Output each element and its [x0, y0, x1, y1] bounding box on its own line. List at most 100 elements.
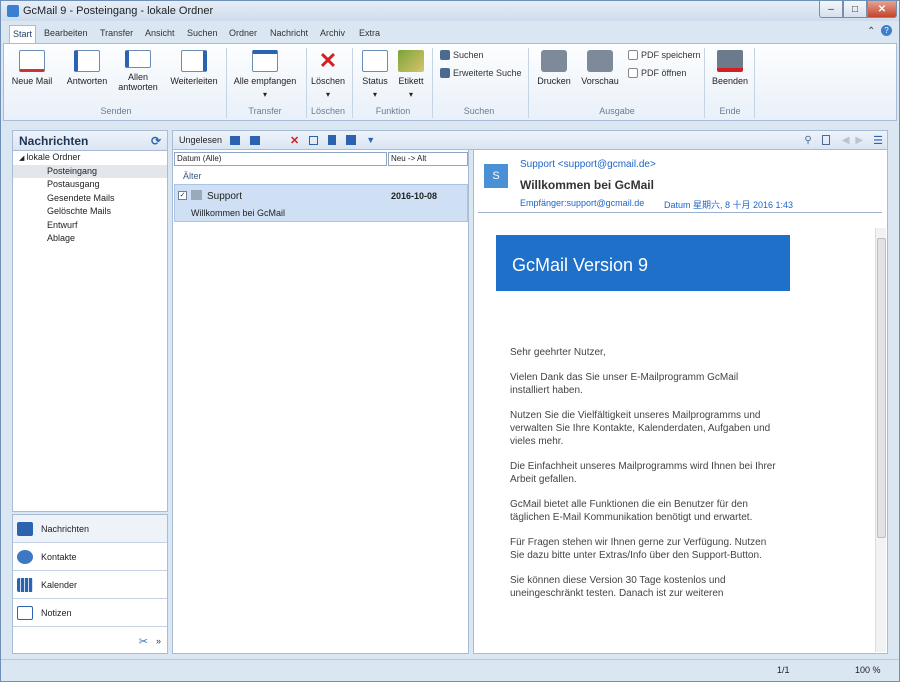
message-toolbar: Ungelesen ✕ ▼ ⚲ ◀ ▶ ☰ [172, 130, 888, 150]
chevron-down-icon[interactable]: ▾ [394, 90, 428, 99]
close-button[interactable]: ✕ [867, 1, 897, 18]
tab-transfer[interactable]: Transfer [97, 25, 136, 43]
tab-suchen[interactable]: Suchen [184, 25, 221, 43]
printer-icon [541, 50, 567, 72]
status-button[interactable]: Status ▾ [358, 48, 392, 99]
delete-button[interactable]: ✕ Löschen ▾ [308, 48, 348, 100]
window-title: GcMail 9 - Posteingang - lokale Ordner [23, 5, 214, 17]
delete-icon[interactable]: ✕ [290, 134, 299, 147]
body-paragraph: Nutzen Sie die Vielfältigkeit unseres Ma… [510, 410, 771, 447]
find-icon[interactable]: ⚲ [804, 135, 811, 146]
pdf-open-button[interactable]: PDF öffnen [628, 68, 686, 78]
reply-all-label: Allen antworten [118, 72, 158, 92]
exit-button[interactable]: Beenden [710, 48, 750, 86]
reading-scrollbar[interactable] [875, 228, 886, 652]
configure-nav-icon[interactable]: » [156, 636, 161, 646]
folder-inbox[interactable]: Posteingang [13, 164, 167, 178]
message-list: Datum (Alle) Neu -> Alt Älter ✓ Support … [172, 150, 469, 654]
tab-start[interactable]: Start [9, 25, 37, 43]
reply-all-button[interactable]: Allen antworten [116, 48, 160, 92]
folder-sent[interactable]: Gesendete Mails [13, 192, 167, 206]
tab-archiv[interactable]: Archiv [317, 25, 348, 43]
minimize-button[interactable]: – [819, 1, 843, 18]
chevron-down-icon[interactable]: ▾ [358, 90, 392, 99]
advanced-search-button[interactable]: Erweiterte Suche [440, 68, 522, 78]
new-mail-button[interactable]: Neue Mail [10, 48, 54, 86]
tab-extra[interactable]: Extra [356, 25, 383, 43]
columns-icon[interactable] [309, 135, 319, 145]
receive-all-button[interactable]: Alle empfangen ▾ [230, 48, 300, 99]
maximize-button[interactable]: □ [843, 1, 867, 18]
refresh-icon[interactable]: ⟳ [151, 134, 161, 148]
forward-label: Weiterleiten [170, 76, 218, 86]
next-icon[interactable]: ▶ [855, 135, 863, 146]
folder-archive[interactable]: Ablage [13, 232, 167, 246]
reply-label: Antworten [66, 76, 108, 86]
nav-calendar-label: Kalender [41, 579, 78, 590]
receive-all-label: Alle empfangen [233, 76, 297, 86]
unread-filter-button[interactable]: Ungelesen [179, 135, 222, 145]
mail-icon [17, 521, 33, 536]
scroll-thumb[interactable] [877, 238, 886, 538]
tools-icon[interactable]: ✂ [139, 635, 148, 648]
zoom-level[interactable]: 100 % [855, 665, 881, 675]
tab-nachricht[interactable]: Nachricht [267, 25, 311, 43]
print-button[interactable]: Drucken [534, 48, 574, 86]
previous-icon[interactable]: ◀ [842, 135, 850, 146]
body-paragraph: Für Fragen stehen wir Ihnen gerne zur Ve… [510, 537, 767, 561]
help-icon[interactable]: ? [881, 25, 892, 36]
mark-unread-icon[interactable] [250, 135, 261, 145]
page-icon[interactable] [821, 135, 830, 145]
row-checkbox[interactable]: ✓ [178, 191, 187, 200]
collapse-ribbon-icon[interactable]: ⌃ [867, 26, 875, 37]
tab-bearbeiten[interactable]: Bearbeiten [41, 25, 91, 43]
nav-contacts[interactable]: Kontakte [13, 543, 167, 571]
nav-messages-label: Nachrichten [41, 523, 90, 534]
tab-ansicht[interactable]: Ansicht [142, 25, 178, 43]
delete-label: Löschen [310, 76, 346, 86]
status-bar: 1/1 100 % [1, 659, 899, 681]
folder-tree: ◢ lokale Ordner Posteingang Postausgang … [13, 151, 167, 246]
body-paragraph: Die Einfachheit unseres Mailprogramms wi… [510, 461, 776, 485]
folder-drafts[interactable]: Entwurf [13, 219, 167, 233]
folder-deleted[interactable]: Gelöschte Mails [13, 205, 167, 219]
nav-calendar[interactable]: Kalender [13, 571, 167, 599]
filter-dropdown-icon[interactable]: ▼ [366, 135, 375, 145]
menu-icon[interactable]: ☰ [873, 134, 883, 147]
tag-label: Etikett [398, 76, 424, 86]
recipient-line[interactable]: Empfänger:support@gcmail.de [520, 198, 644, 208]
date-filter-select[interactable]: Datum (Alle) [174, 152, 387, 166]
app-window: GcMail 9 - Posteingang - lokale Ordner –… [0, 0, 900, 682]
chevron-down-icon[interactable]: ▾ [230, 90, 300, 99]
search-button[interactable]: Suchen [440, 50, 484, 60]
preview-button[interactable]: Vorschau [578, 48, 622, 86]
folder-outbox[interactable]: Postausgang [13, 178, 167, 192]
reply-button[interactable]: Antworten [62, 48, 112, 86]
tag-button[interactable]: Etikett ▾ [394, 48, 428, 99]
folder-pane-title: Nachrichten [19, 134, 89, 148]
pdf-save-button[interactable]: PDF speichern [628, 50, 701, 60]
tab-ordner[interactable]: Ordner [226, 25, 260, 43]
sender-address[interactable]: Support <support@gcmail.de> [520, 159, 656, 170]
save-icon[interactable] [346, 135, 357, 145]
tree-root[interactable]: ◢ lokale Ordner [13, 151, 167, 165]
sort-select[interactable]: Neu -> Alt [388, 152, 468, 166]
nav-messages[interactable]: Nachrichten [13, 515, 167, 543]
forward-icon [181, 50, 207, 72]
divider [528, 48, 529, 118]
ribbon: Neue Mail Antworten Allen antworten Weit… [3, 43, 897, 121]
sender-avatar: S [484, 164, 508, 188]
message-row[interactable]: ✓ Support 2016-10-08 Willkommen bei GcMa… [174, 184, 468, 222]
message-sender: Support [207, 191, 243, 202]
document-icon[interactable] [328, 135, 337, 145]
nav-notes[interactable]: Notizen [13, 599, 167, 627]
group-transfer-label: Transfer [248, 106, 282, 116]
chevron-down-icon[interactable]: ▾ [308, 90, 348, 99]
delete-icon: ✕ [318, 48, 338, 73]
header-divider [478, 212, 882, 213]
body-paragraph: GcMail bietet alle Funktionen die ein Be… [510, 499, 753, 523]
group-funktion-label: Funktion [375, 106, 411, 116]
message-date: 2016-10-08 [391, 191, 438, 201]
mark-read-icon[interactable] [230, 135, 241, 145]
forward-button[interactable]: Weiterleiten [166, 48, 222, 86]
